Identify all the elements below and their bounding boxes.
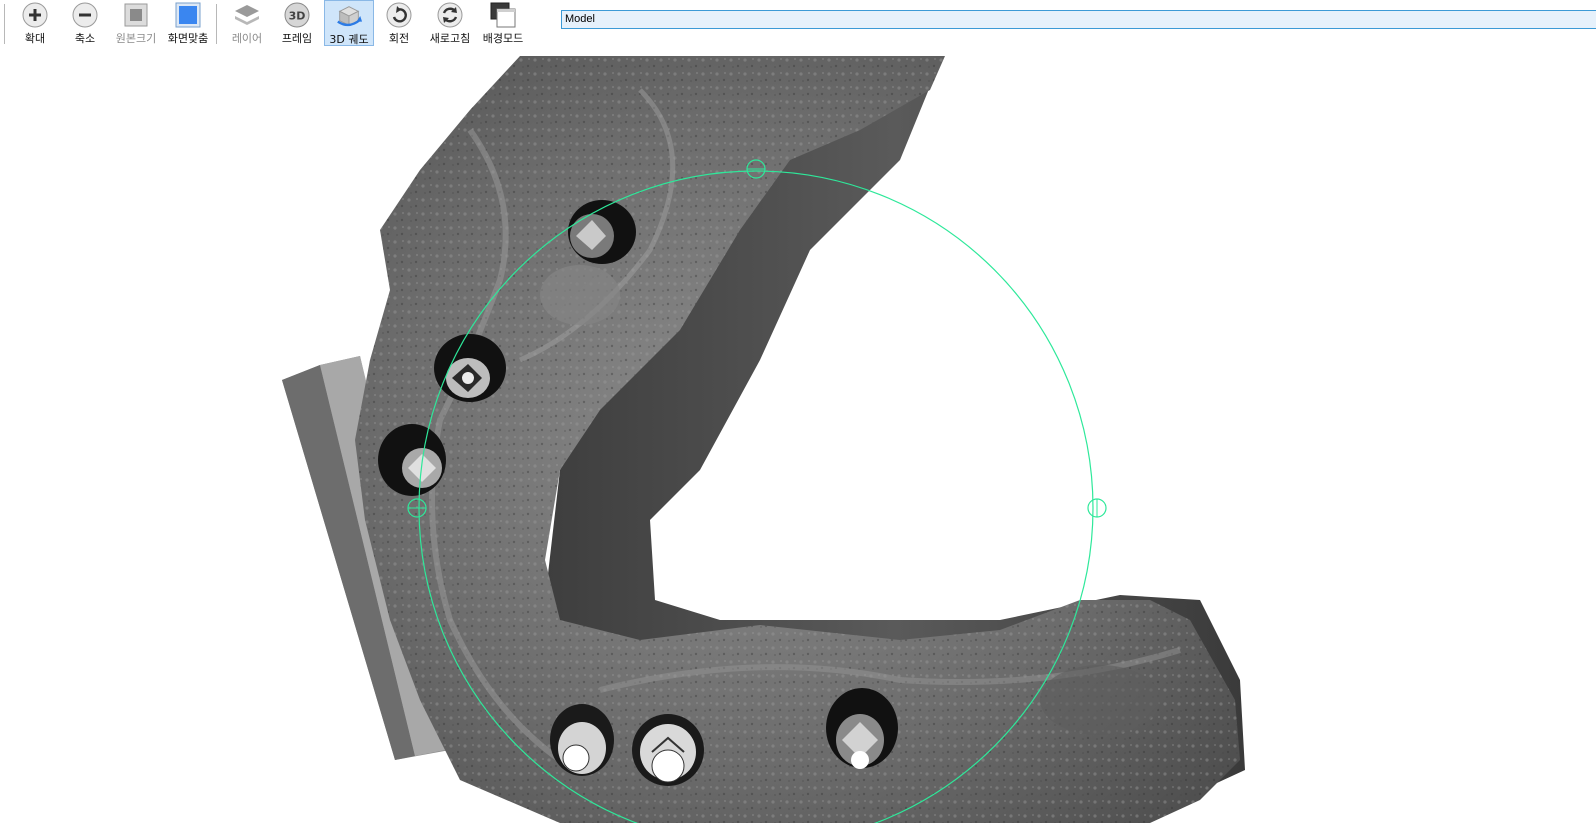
plus-circle-icon [21,1,49,29]
3d-orbit-button[interactable]: 3D 궤도 [324,0,374,46]
toolbar-separator [4,4,5,44]
toolbar-separator [216,4,217,44]
rotate-label: 회전 [388,32,410,45]
zoom-out-label: 축소 [74,32,96,45]
layers-icon [233,1,261,29]
implant-hole [434,334,506,402]
3d-orbit-label: 3D 궤도 [329,33,369,46]
layer-label: 레이어 [231,32,263,45]
original-size-button[interactable]: 원본크기 [112,0,160,46]
orbit-handle-right[interactable] [1087,498,1107,518]
original-size-icon [122,1,150,29]
fit-screen-button[interactable]: 화면맞춤 [164,0,212,46]
refresh-label: 새로고침 [429,32,471,45]
minus-circle-icon [71,1,99,29]
refresh-icon [436,1,464,29]
zoom-out-button[interactable]: 축소 [62,0,108,46]
original-size-label: 원본크기 [115,32,157,45]
frame-button[interactable]: 3D 프레임 [274,0,320,46]
rotate-icon [385,1,413,29]
layer-button[interactable]: 레이어 [224,0,270,46]
svg-text:3D: 3D [289,10,306,23]
3d-frame-icon: 3D [283,1,311,29]
toolbar: 확대 축소 원본크기 화면맞춤 레이어 3D 프레임 3D 궤도 회전 새로고침… [0,0,1596,54]
fit-screen-label: 화면맞춤 [167,32,209,45]
background-mode-button[interactable]: 배경모드 [478,0,528,46]
refresh-button[interactable]: 새로고침 [426,0,474,46]
background-mode-label: 배경모드 [482,32,524,45]
frame-label: 프레임 [281,32,313,45]
background-mode-icon [489,1,517,29]
rotate-button[interactable]: 회전 [376,0,422,46]
implant-hole [568,200,636,264]
implant-hole [632,714,704,786]
fit-screen-icon [174,1,202,29]
zoom-in-button[interactable]: 확대 [12,0,58,46]
implant-hole [550,704,614,776]
implant-hole [378,424,446,496]
zoom-in-label: 확대 [24,32,46,45]
model-name-field[interactable]: Model [561,10,1596,29]
3d-viewport[interactable] [0,54,1596,823]
3d-scene[interactable] [0,54,1596,823]
3d-orbit-icon [335,2,363,30]
